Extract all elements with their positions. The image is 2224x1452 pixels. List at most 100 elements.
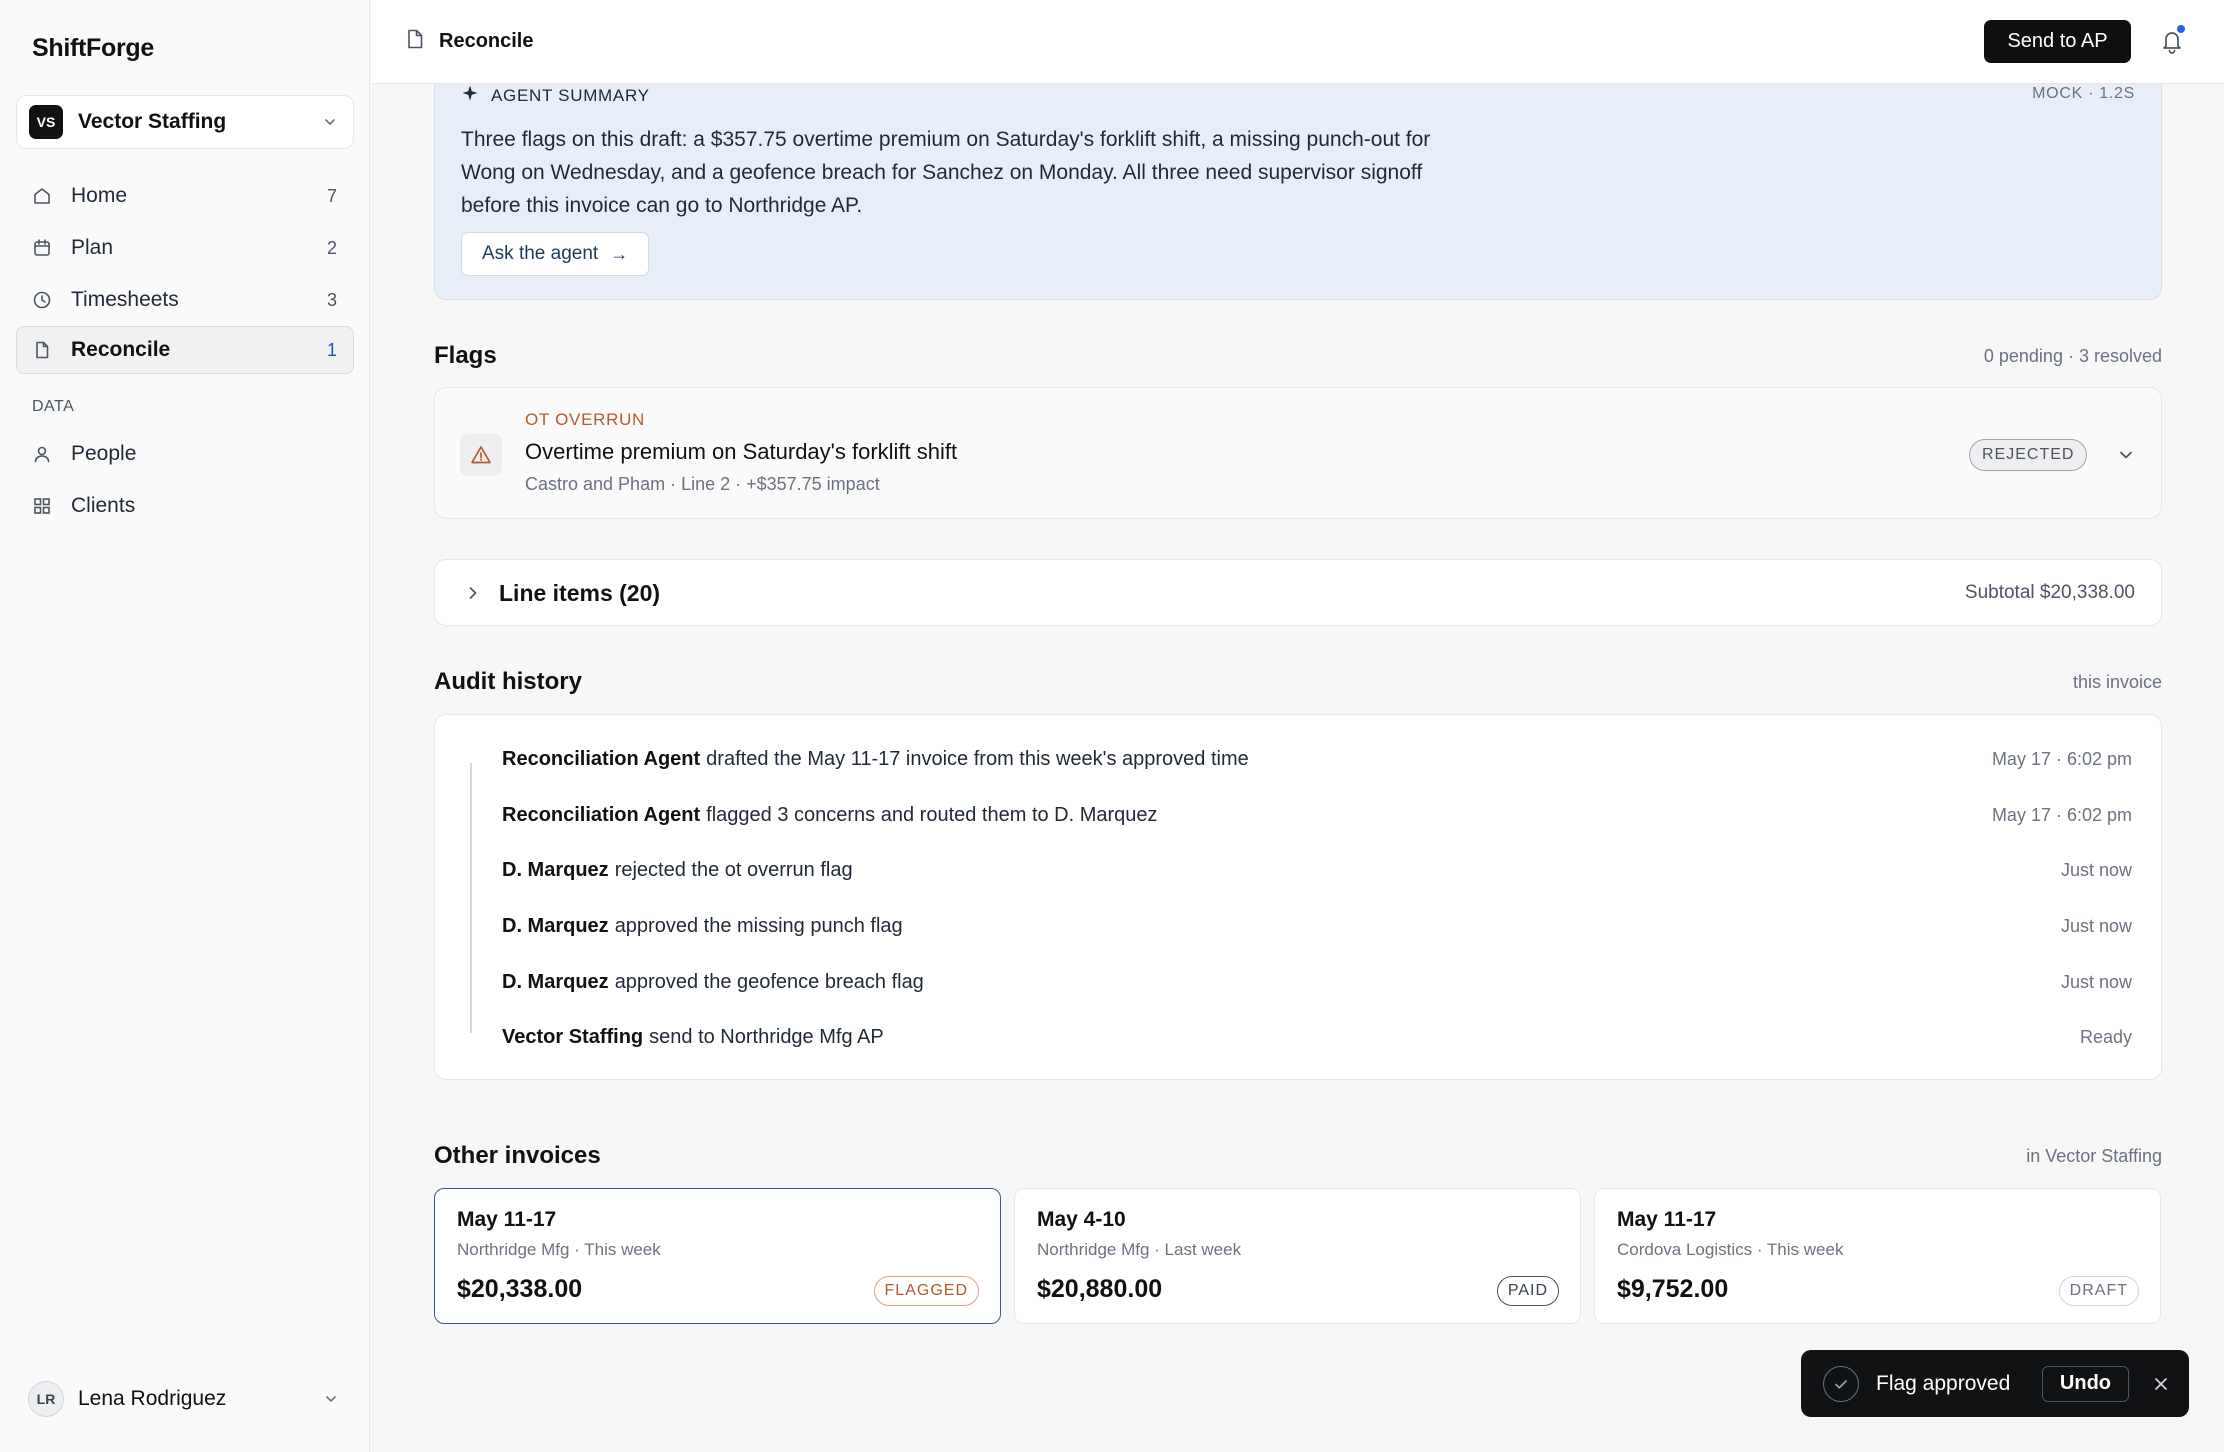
sidebar-item-label: Timesheets [71,288,179,311]
agent-summary-meta: MOCK · 1.2S [2032,85,2135,102]
user-menu[interactable]: LR Lena Rodriguez [16,1376,354,1422]
sidebar-item-clients[interactable]: Clients [16,482,354,530]
sidebar-item-label: Plan [71,236,114,259]
audit-time: May 17 · 6:02 pm [1991,805,2132,825]
sidebar-item-label: People [71,442,137,465]
avatar: LR [28,1381,64,1417]
audit-actor: D. Marquez [502,859,609,881]
invoice-period: May 4-10 [1037,1208,1126,1231]
close-icon[interactable] [2151,1374,2171,1394]
agent-summary-panel: AGENT SUMMARY MOCK · 1.2S Three flags on… [434,60,2162,300]
audit-actor: Reconciliation Agent [502,748,701,770]
sidebar-item-count: 1 [326,339,337,360]
undo-button[interactable]: Undo [2041,1365,2129,1402]
workspace-switcher[interactable]: VS Vector Staffing [16,95,354,149]
ask-agent-button[interactable]: Ask the agent → [461,232,650,276]
audit-actor: D. Marquez [502,971,609,993]
audit-history-heading: Audit history [434,668,582,695]
timeline-line [470,763,472,1033]
audit-entry: Vector Staffing send to Northridge Mfg A… [502,1026,2132,1049]
other-invoices-heading: Other invoices [434,1142,601,1169]
audit-action: flagged 3 concerns and routed them to D.… [706,804,1158,826]
sparkle-icon [461,84,479,107]
audit-actor: Reconciliation Agent [502,804,701,826]
sidebar-item-reconcile[interactable]: Reconcile 1 [16,326,354,374]
audit-time: May 17 · 6:02 pm [1991,749,2132,769]
status-badge: PAID [1496,1276,1559,1306]
audit-history-list: Reconciliation Agent drafted the May 11-… [434,714,2162,1080]
sidebar-item-plan[interactable]: Plan 2 [16,224,354,272]
audit-history-scope: this invoice [2072,672,2162,692]
audit-action: send to Northridge Mfg AP [649,1026,884,1048]
sidebar: ShiftForge VS Vector Staffing Home 7 Pla… [0,0,370,1452]
agent-summary-text: Three flags on this draft: a $357.75 ove… [461,128,1431,217]
calendar-icon [31,237,53,259]
audit-action: drafted the May 11-17 invoice from this … [706,748,1249,770]
sidebar-section-label: DATA [32,398,75,415]
invoice-amount: $9,752.00 [1617,1275,1729,1303]
line-items-subtotal: Subtotal $20,338.00 [1964,582,2135,603]
top-bar: Reconcile Send to AP [371,0,2224,84]
chevron-down-icon[interactable] [2115,444,2137,466]
audit-time: Ready [2079,1027,2132,1047]
audit-actor: D. Marquez [502,915,609,937]
chevron-down-icon [322,1390,340,1408]
grid-icon [31,495,53,517]
status-badge: REJECTED [1969,439,2088,471]
invoice-client: Cordova Logistics · This week [1617,1240,1844,1259]
sidebar-item-home[interactable]: Home 7 [16,172,354,220]
sidebar-item-count: 2 [326,237,337,258]
flags-heading: Flags [434,342,497,369]
audit-action: approved the missing punch flag [614,915,903,937]
invoice-period: May 11-17 [1617,1208,1717,1231]
flag-type: OT OVERRUN [525,410,646,429]
brand-logo[interactable]: ShiftForge [32,34,154,63]
document-icon [31,339,53,361]
user-name: Lena Rodriguez [78,1387,227,1410]
audit-time: Just now [2060,860,2132,880]
audit-action: rejected the ot overrun flag [614,859,853,881]
flags-status-summary: 0 pending · 3 resolved [1983,346,2162,366]
invoice-client: Northridge Mfg · This week [457,1240,661,1259]
flag-detail: Castro and Pham · Line 2 · +$357.75 impa… [525,474,880,494]
flag-card-ot-overrun[interactable]: OT OVERRUN Overtime premium on Saturday'… [434,387,2162,519]
flag-title: Overtime premium on Saturday's forklift … [525,439,958,464]
invoice-card[interactable]: May 4-10 Northridge Mfg · Last week $20,… [1014,1188,1581,1324]
breadcrumb: Reconcile [405,28,533,55]
page-title: Reconcile [439,30,534,52]
audit-actor: Vector Staffing [502,1026,644,1048]
check-circle-icon [1823,1365,1859,1402]
sidebar-item-label: Reconcile [71,338,171,361]
audit-action: approved the geofence breach flag [614,971,924,993]
line-items-toggle[interactable]: Line items (20) Subtotal $20,338.00 [434,559,2162,626]
warning-icon [460,434,502,476]
status-badge: DRAFT [2058,1276,2139,1306]
clock-icon [31,289,53,311]
home-icon [31,185,53,207]
status-badge: FLAGGED [873,1276,979,1306]
sidebar-item-timesheets[interactable]: Timesheets 3 [16,276,354,324]
toast-notification: Flag approved Undo [1801,1350,2189,1417]
invoice-card[interactable]: May 11-17 Northridge Mfg · This week $20… [434,1188,1001,1324]
line-items-title: Line items (20) [499,580,661,606]
agent-summary-header: AGENT SUMMARY [461,84,650,107]
person-icon [31,443,53,465]
document-icon [405,28,425,55]
workspace-avatar: VS [29,105,63,139]
invoice-client: Northridge Mfg · Last week [1037,1240,1242,1259]
audit-entry: D. Marquez approved the geofence breach … [502,971,2132,994]
invoice-period: May 11-17 [457,1208,557,1231]
sidebar-item-count: 3 [326,289,337,310]
sidebar-item-people[interactable]: People [16,430,354,478]
invoice-card[interactable]: May 11-17 Cordova Logistics · This week … [1594,1188,2161,1324]
audit-entry: D. Marquez rejected the ot overrun flag … [502,859,2132,882]
invoice-amount: $20,338.00 [457,1275,583,1303]
audit-time: Just now [2060,972,2132,992]
other-invoices-scope: in Vector Staffing [2026,1146,2162,1166]
send-to-ap-button[interactable]: Send to AP [1984,20,2131,63]
audit-entry: Reconciliation Agent drafted the May 11-… [502,748,2132,771]
chevron-right-icon [462,582,484,604]
agent-summary-title: AGENT SUMMARY [491,85,650,105]
audit-entry: Reconciliation Agent flagged 3 concerns … [502,804,2132,827]
sidebar-item-count: 7 [326,185,337,206]
